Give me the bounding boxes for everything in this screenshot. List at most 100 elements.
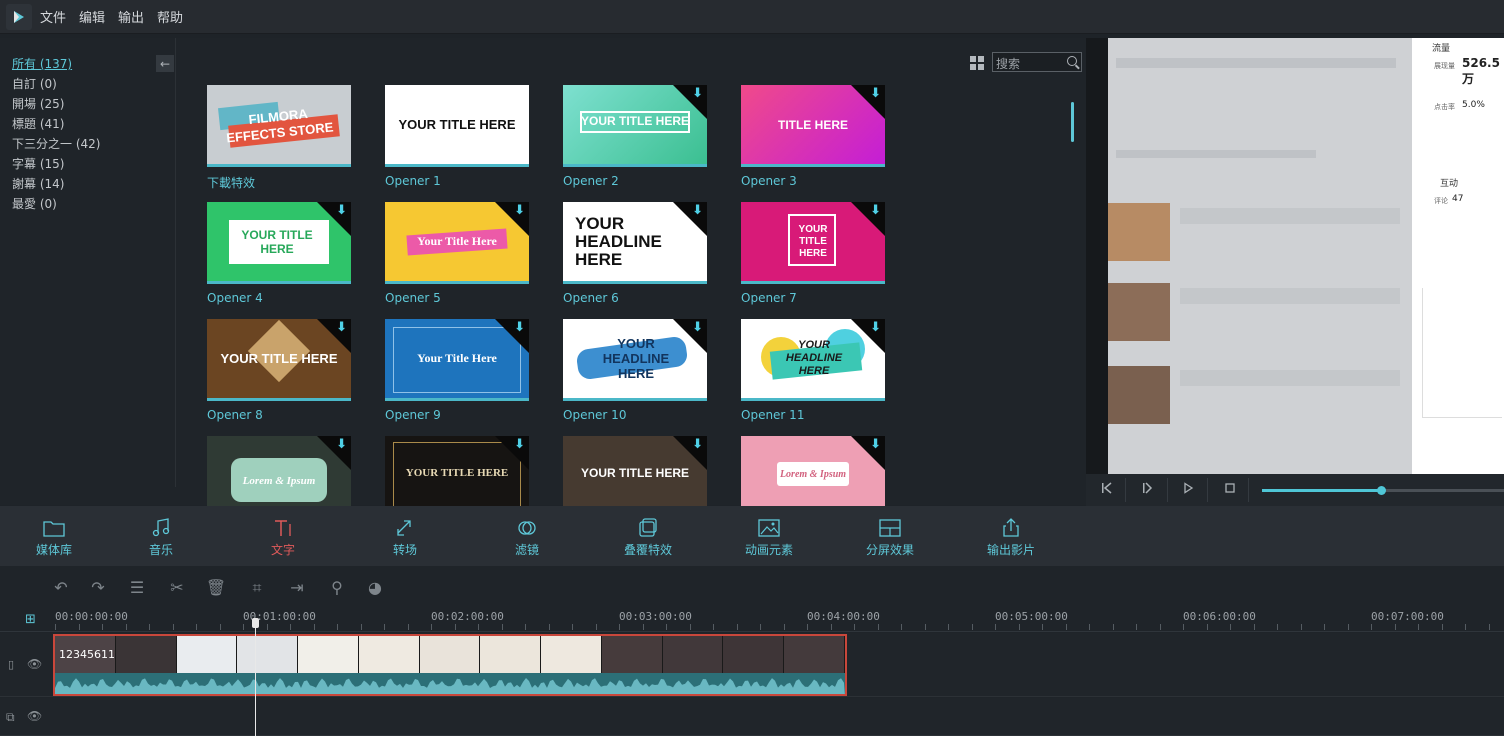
crop-icon[interactable]: ⌗ bbox=[246, 577, 268, 599]
progress-knob[interactable] bbox=[1377, 486, 1386, 495]
search-icon[interactable] bbox=[1067, 56, 1077, 66]
effect-tile[interactable]: TITLE HERE ⬇ Opener 3 bbox=[741, 85, 885, 188]
ruler-tick bbox=[1324, 624, 1325, 630]
tab-export[interactable]: 输出影片 bbox=[963, 506, 1059, 566]
download-icon[interactable]: ⬇ bbox=[870, 321, 881, 334]
tab-split-screen[interactable]: 分屏效果 bbox=[842, 506, 938, 566]
eye-icon[interactable]: 👁 bbox=[27, 657, 42, 671]
download-icon[interactable]: ⬇ bbox=[514, 438, 525, 451]
effect-tile[interactable]: YOUR TITLE HERE ⬇ Opener 7 bbox=[741, 202, 885, 305]
ruler-tick bbox=[572, 624, 573, 630]
download-icon[interactable]: ⬇ bbox=[692, 321, 703, 334]
effect-tile[interactable]: YOUR HEADLINE HERE ⬇ Opener 6 bbox=[563, 202, 707, 305]
adjust-icon[interactable]: ☰ bbox=[126, 577, 148, 599]
download-icon[interactable]: ⬇ bbox=[336, 321, 347, 334]
skip-back-icon[interactable] bbox=[1099, 482, 1115, 498]
ruler-tick bbox=[243, 624, 244, 630]
effect-tile[interactable]: YOUR TITLE HERE ⬇ Opener 8 bbox=[207, 319, 351, 422]
category-lower-thirds[interactable]: 下三分之一 (42) bbox=[12, 135, 100, 152]
menu-export[interactable]: 输出 bbox=[118, 7, 144, 26]
snap-icon[interactable]: ⊞ bbox=[25, 612, 36, 627]
timeline-toolbar: ↶ ↷ ☰ ✂ 🗑 ⌗ ⇥ ⚲ ◕ bbox=[0, 566, 1504, 608]
stop-icon[interactable] bbox=[1222, 482, 1238, 498]
tile-thumbnail: YOUR TITLE HERE ⬇ bbox=[207, 319, 351, 401]
app-logo-icon[interactable] bbox=[6, 3, 32, 30]
play-icon[interactable] bbox=[1180, 482, 1196, 498]
category-titles[interactable]: 標題 (41) bbox=[12, 115, 64, 132]
effect-tile[interactable]: YOUR HEADLINE HERE ⬇ Opener 10 bbox=[563, 319, 707, 422]
tile-thumbnail: Your Title Here ⬇ bbox=[385, 202, 529, 284]
step-back-icon[interactable] bbox=[1140, 482, 1156, 498]
category-all[interactable]: 所有 (137) bbox=[12, 55, 72, 72]
pin-icon[interactable]: ⚲ bbox=[326, 577, 348, 599]
palette-icon[interactable]: ◕ bbox=[364, 577, 386, 599]
effect-tile[interactable]: YOUR TITLE HERE ⬇ Opener 4 bbox=[207, 202, 351, 305]
ruler-tick bbox=[1395, 624, 1396, 630]
freeze-frame-icon[interactable]: ⇥ bbox=[286, 577, 308, 599]
category-credits[interactable]: 謝幕 (14) bbox=[12, 175, 64, 192]
tab-media[interactable]: 媒体库 bbox=[6, 506, 102, 566]
video-track: ▯ 👁 12345611 bbox=[0, 633, 1504, 697]
download-icon[interactable]: ⬇ bbox=[692, 204, 703, 217]
category-custom[interactable]: 自訂 (0) bbox=[12, 75, 57, 92]
delete-icon[interactable]: 🗑 bbox=[205, 577, 227, 599]
video-clip[interactable]: 12345611 bbox=[53, 634, 847, 696]
category-openers[interactable]: 開場 (25) bbox=[12, 95, 64, 112]
library-scrollbar[interactable] bbox=[1071, 102, 1074, 142]
download-icon[interactable]: ⬇ bbox=[870, 438, 881, 451]
download-icon[interactable]: ⬇ bbox=[514, 204, 525, 217]
download-icon[interactable]: ⬇ bbox=[870, 87, 881, 100]
effect-tile[interactable]: FILMORA EFFECTS STORE 下載特效 bbox=[207, 85, 351, 191]
effect-tile[interactable]: YOUR TITLE HERE Opener 1 bbox=[385, 85, 529, 188]
ruler-label: 00:00:00:00 bbox=[55, 610, 128, 623]
tab-overlays[interactable]: 叠覆特效 bbox=[600, 506, 696, 566]
collapse-sidebar-button[interactable]: ← bbox=[156, 55, 174, 72]
download-icon[interactable]: ⬇ bbox=[870, 204, 881, 217]
tab-music[interactable]: 音乐 bbox=[113, 506, 209, 566]
tile-label: Opener 5 bbox=[385, 291, 441, 305]
ruler-tick bbox=[1442, 624, 1443, 630]
separator bbox=[1248, 478, 1249, 502]
menu-help[interactable]: 帮助 bbox=[157, 7, 183, 26]
search-input[interactable] bbox=[993, 55, 1063, 73]
menu-file[interactable]: 文件 bbox=[40, 7, 66, 26]
ruler-tick bbox=[807, 624, 808, 630]
effect-tile[interactable]: Your Title Here ⬇ Opener 5 bbox=[385, 202, 529, 305]
download-icon[interactable]: ⬇ bbox=[692, 438, 703, 451]
category-subtitles[interactable]: 字幕 (15) bbox=[12, 155, 64, 172]
stats-ratio-label: 点击率 bbox=[1434, 103, 1455, 111]
playhead[interactable] bbox=[255, 618, 256, 736]
tab-filters[interactable]: 滤镜 bbox=[479, 506, 575, 566]
tab-label: 滤镜 bbox=[514, 543, 539, 557]
tab-label: 文字 bbox=[270, 543, 295, 557]
audio-waveform bbox=[55, 673, 845, 694]
tab-elements[interactable]: 动画元素 bbox=[721, 506, 817, 566]
download-icon[interactable]: ⬇ bbox=[692, 87, 703, 100]
stats-comments-value: 47 bbox=[1452, 194, 1464, 204]
tile-label: Opener 3 bbox=[741, 174, 797, 188]
download-icon[interactable]: ⬇ bbox=[336, 438, 347, 451]
tile-thumb-text: YOUR TITLE HERE bbox=[398, 117, 516, 132]
ruler-label: 00:03:00:00 bbox=[619, 610, 692, 623]
ruler-tick bbox=[760, 624, 761, 630]
tile-label: Opener 8 bbox=[207, 408, 263, 422]
timeline-ruler[interactable]: ⊞ 00:00:00:00 00:01:00:00 00:02:00:00 00… bbox=[0, 608, 1504, 632]
menu-edit[interactable]: 编辑 bbox=[79, 7, 105, 26]
ruler-tick bbox=[831, 624, 832, 630]
redo-icon[interactable]: ↷ bbox=[87, 577, 109, 599]
effect-tile[interactable]: Your Title Here ⬇ Opener 9 bbox=[385, 319, 529, 422]
category-favorites[interactable]: 最愛 (0) bbox=[12, 195, 57, 212]
effect-tile[interactable]: YOUR TITLE HERE ⬇ Opener 2 bbox=[563, 85, 707, 188]
download-icon[interactable]: ⬇ bbox=[336, 204, 347, 217]
ruler-tick bbox=[1418, 624, 1419, 630]
tile-thumb-text: YOUR HEADLINE HERE bbox=[575, 213, 662, 269]
undo-icon[interactable]: ↶ bbox=[50, 577, 72, 599]
tab-transitions[interactable]: 转场 bbox=[357, 506, 453, 566]
cut-icon[interactable]: ✂ bbox=[166, 577, 188, 599]
tab-text[interactable]: 文字 bbox=[235, 506, 331, 566]
download-icon[interactable]: ⬇ bbox=[514, 321, 525, 334]
grid-view-icon[interactable] bbox=[970, 56, 984, 70]
effect-tile[interactable]: YOUR HEADLINE HERE ⬇ Opener 11 bbox=[741, 319, 885, 422]
eye-icon[interactable]: 👁 bbox=[27, 709, 42, 723]
preview-progress-slider[interactable] bbox=[1262, 486, 1504, 495]
